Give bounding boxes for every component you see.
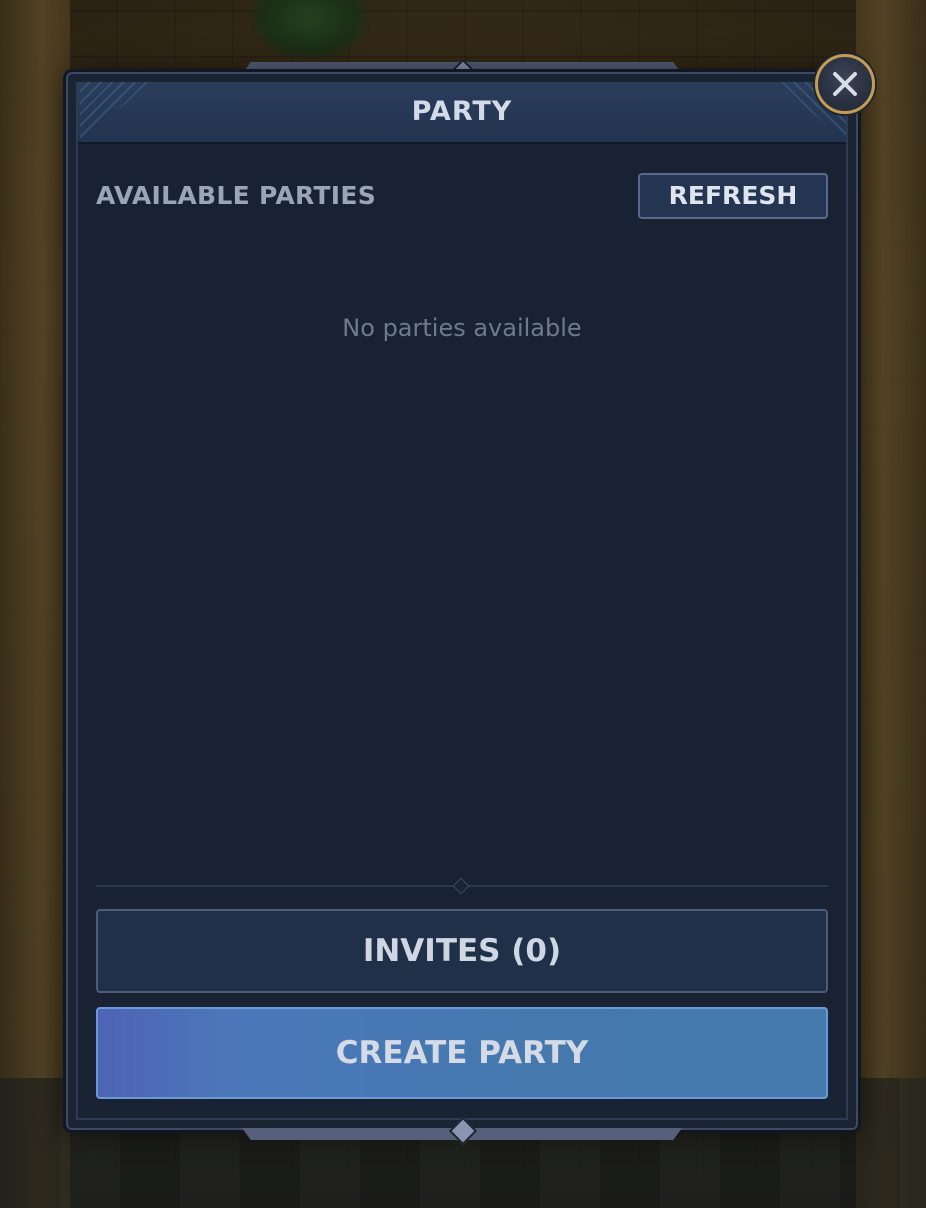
invites-button[interactable]: INVITES (0) (96, 909, 828, 993)
close-icon (833, 72, 857, 96)
panel-title: PARTY (411, 96, 513, 127)
background-pillar-right (856, 0, 926, 1208)
refresh-button[interactable]: REFRESH (638, 173, 828, 219)
create-party-button[interactable]: CREATE PARTY (96, 1007, 828, 1099)
close-button[interactable] (815, 54, 875, 114)
background-plant (250, 0, 370, 60)
empty-parties-message: No parties available (342, 314, 582, 342)
available-parties-heading: AVAILABLE PARTIES (96, 181, 377, 210)
background-pillar-left (0, 0, 70, 1208)
